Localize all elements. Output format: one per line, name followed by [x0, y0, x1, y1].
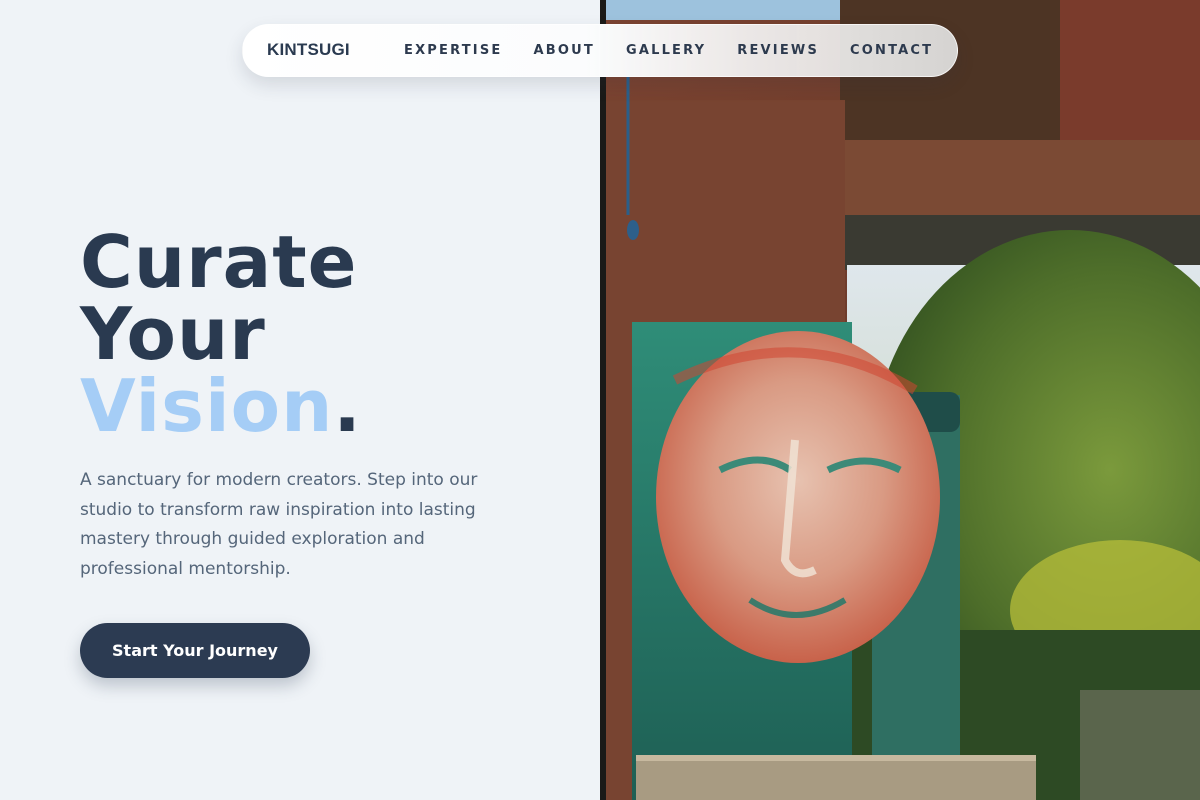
nav-links: EXPERTISE ABOUT GALLERY REVIEWS CONTACT — [404, 43, 933, 58]
headline-line-1: Curate — [80, 220, 358, 304]
headline-line-2: Your — [80, 292, 266, 376]
nav-link-expertise[interactable]: EXPERTISE — [404, 43, 503, 58]
top-navbar: KINTSUGI EXPERTISE ABOUT GALLERY REVIEWS… — [242, 24, 958, 77]
headline-accent-word: Vision — [80, 364, 334, 448]
nav-link-reviews[interactable]: REVIEWS — [737, 43, 819, 58]
nav-link-about[interactable]: ABOUT — [534, 43, 595, 58]
painted-face-artwork-image — [600, 0, 1200, 800]
start-journey-button[interactable]: Start Your Journey — [80, 623, 310, 678]
nav-link-gallery[interactable]: GALLERY — [626, 43, 706, 58]
nav-link-contact[interactable]: CONTACT — [850, 43, 933, 58]
headline-period: . — [333, 364, 362, 448]
headline-line-3: Vision. — [80, 370, 362, 442]
hero-description: A sanctuary for modern creators. Step in… — [80, 470, 478, 579]
hero-headline: Curate Your Vision. — [80, 226, 362, 442]
hero-image — [600, 0, 1200, 800]
brand-logo[interactable]: KINTSUGI — [267, 40, 350, 60]
